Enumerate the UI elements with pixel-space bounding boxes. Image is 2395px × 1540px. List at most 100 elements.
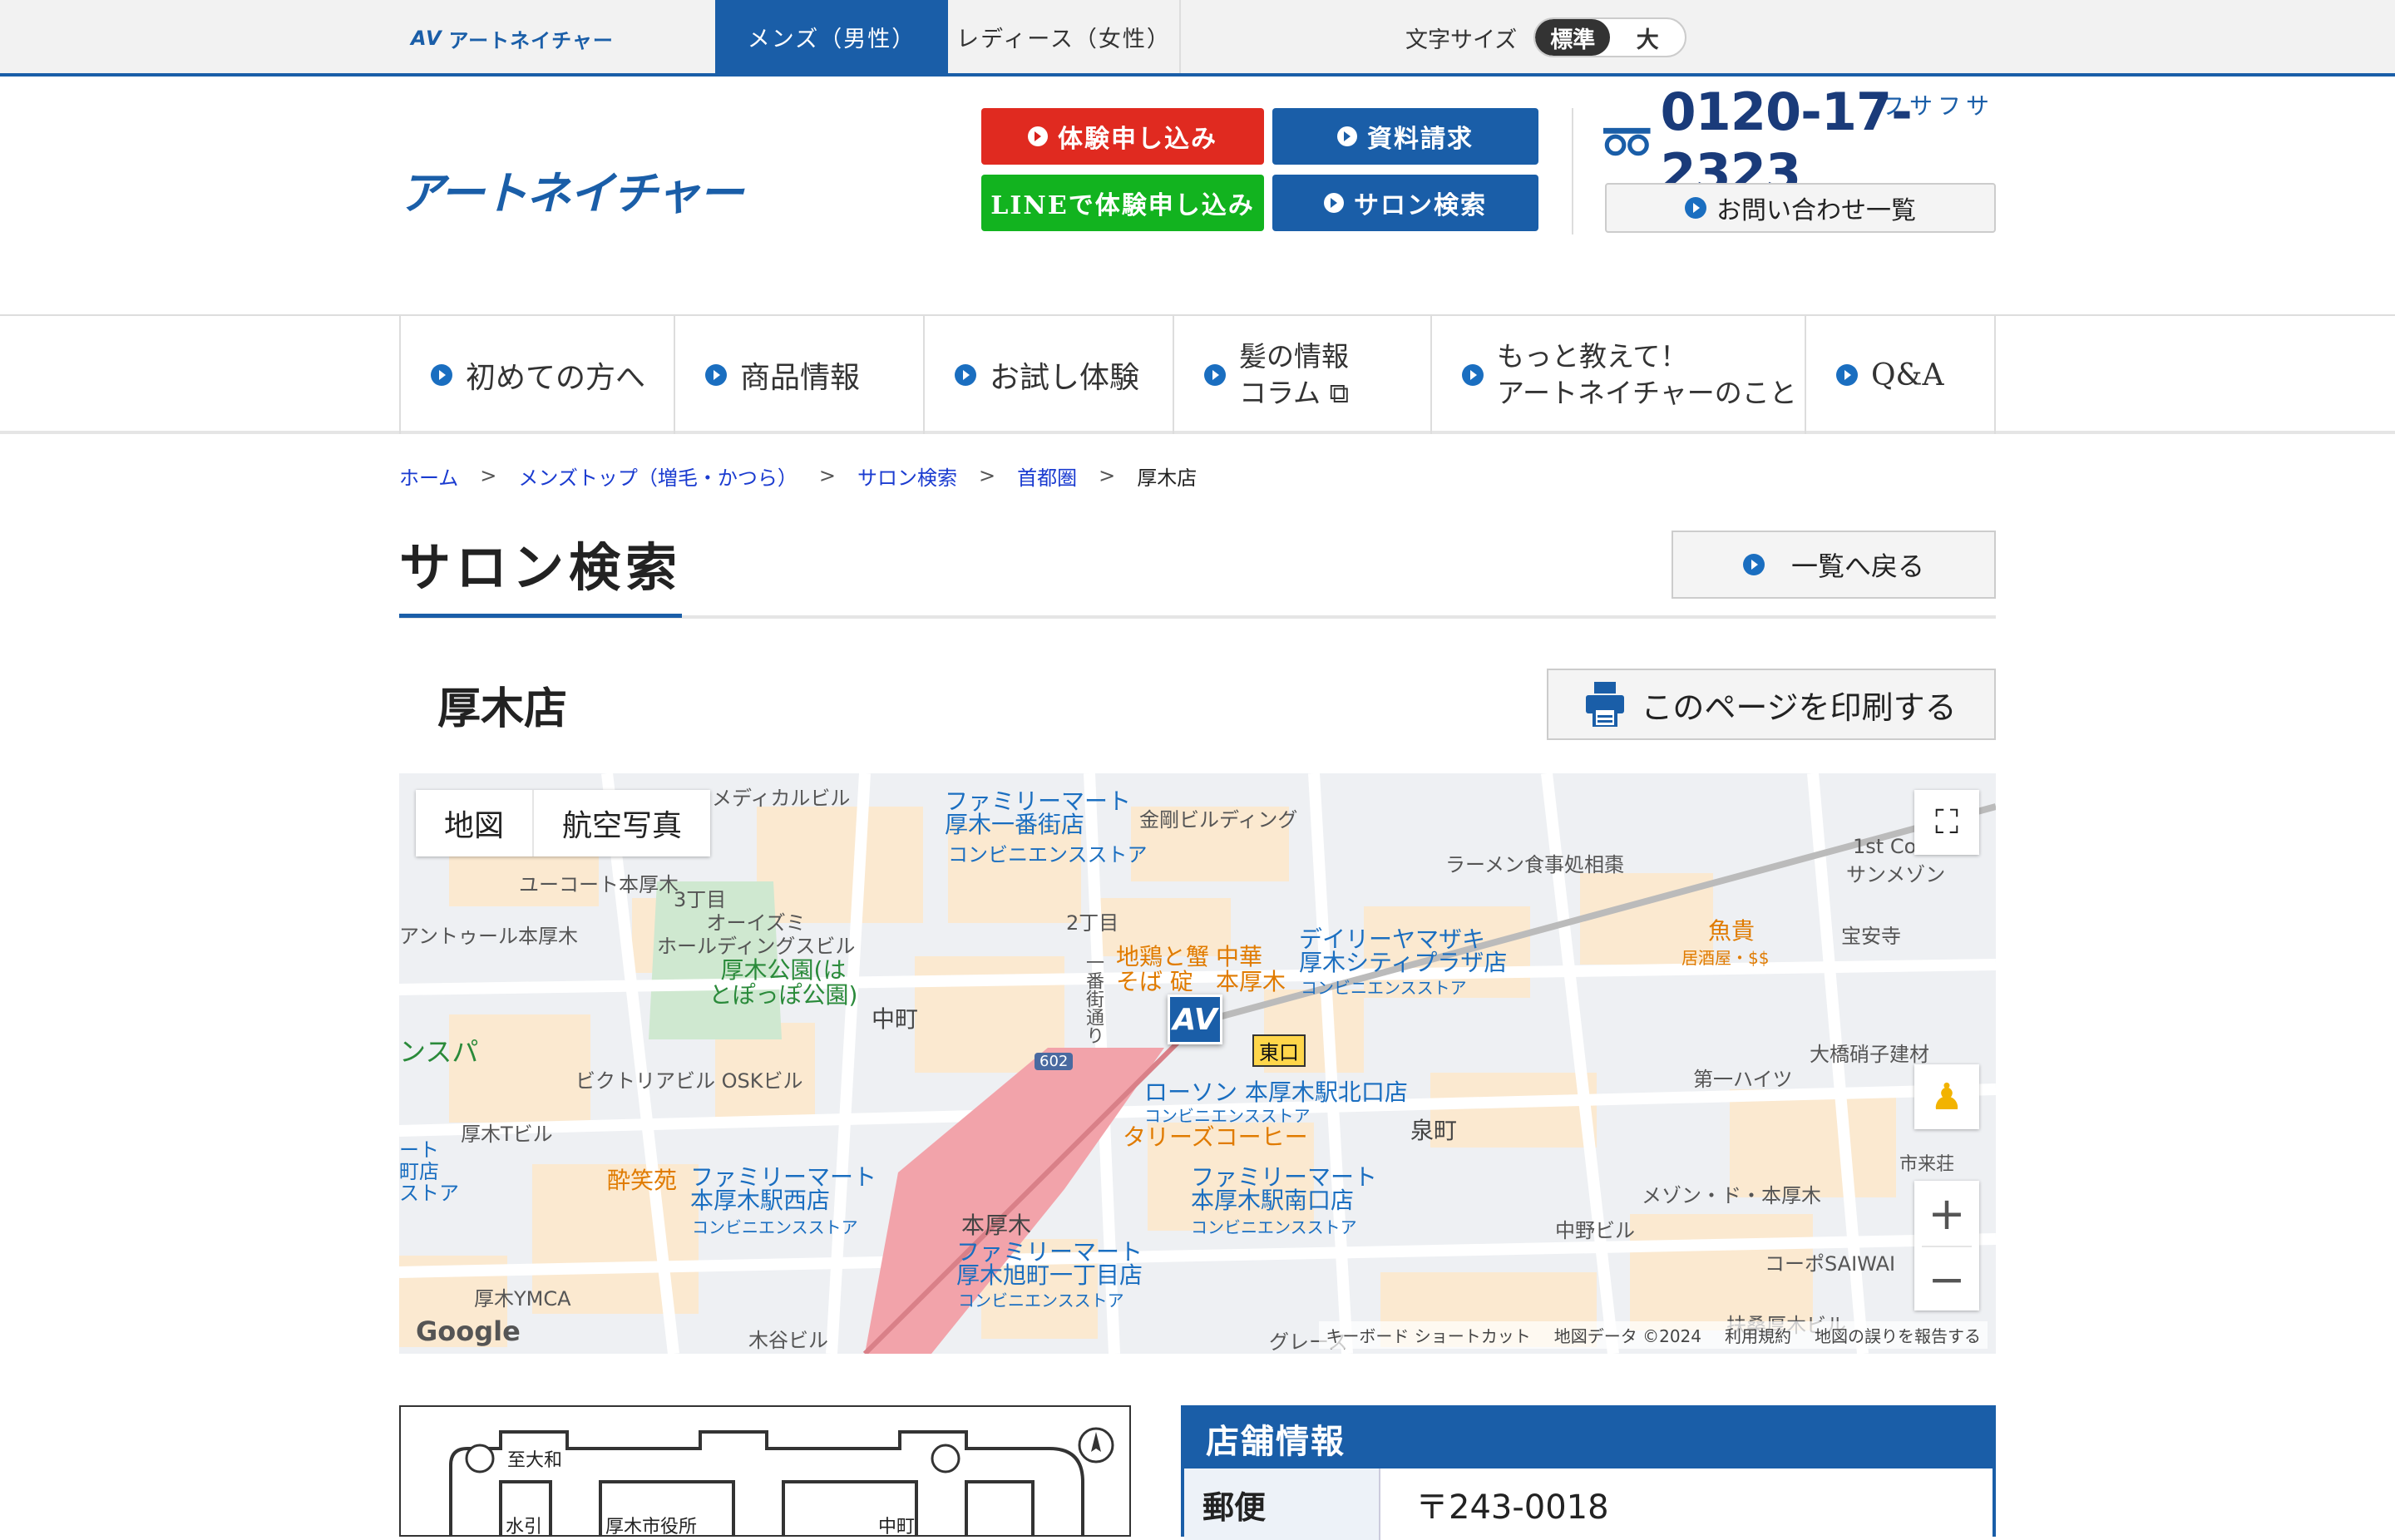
- back-to-list-button[interactable]: 一覧へ戻る: [1672, 531, 1996, 599]
- access-map-label: 水引: [506, 1517, 543, 1537]
- breadcrumb-current: 厚木店: [1137, 466, 1198, 490]
- access-map-label: 中町: [878, 1517, 916, 1537]
- map-station[interactable]: 本厚木: [961, 1207, 1031, 1241]
- map-poi[interactable]: ファミリーマート 厚木旭町一丁目店: [956, 1241, 1143, 1287]
- google-logo: Google: [416, 1315, 521, 1347]
- map-street: 一番街通り: [1083, 953, 1104, 1044]
- map-poi-sub: コンビニエンスストア: [948, 843, 1148, 866]
- zoom-in-icon[interactable]: +: [1928, 1181, 1965, 1246]
- map-poi[interactable]: ファミリーマート 厚木一番街店: [945, 790, 1131, 837]
- map-poi[interactable]: ート 町店 ストア: [399, 1139, 459, 1204]
- nav-qa[interactable]: Q&A: [1805, 316, 1996, 434]
- top-bar: AV アートネイチャー メンズ（男性） レディース（女性） 文字サイズ 標準 大: [0, 0, 2395, 77]
- map-poi[interactable]: 酔笑苑: [607, 1169, 677, 1192]
- map-type-satellite[interactable]: 航空写真: [532, 790, 710, 856]
- external-link-icon: ⧉: [1329, 377, 1350, 409]
- map-label: サンメゾン: [1846, 863, 1946, 886]
- zoom-out-icon[interactable]: −: [1922, 1246, 1972, 1310]
- map-poi[interactable]: ンスパ: [399, 1039, 682, 1065]
- terms-link[interactable]: 利用規約: [1725, 1323, 1791, 1347]
- map-poi-sub: コンビニエンスストア: [958, 1291, 1124, 1310]
- map-poi[interactable]: ファミリーマート 本厚木駅西店: [690, 1166, 877, 1212]
- store-marker-icon[interactable]: AV: [1168, 995, 1222, 1044]
- breadcrumb-salon-search[interactable]: サロン検索: [857, 462, 957, 491]
- arrow-circle-icon: [1324, 193, 1344, 213]
- main-logo[interactable]: アートネイチャー: [399, 156, 743, 222]
- font-size-toggle: 標準 大: [1533, 17, 1687, 57]
- map-area: 中町: [872, 1005, 919, 1033]
- salon-search-button[interactable]: サロン検索: [1272, 175, 1538, 231]
- report-error-link[interactable]: 地図の誤りを報告する: [1815, 1323, 1981, 1347]
- map-label: コーポSAIWAI: [1765, 1252, 1896, 1276]
- map-label: 2丁目: [1066, 911, 1119, 935]
- breadcrumb-home[interactable]: ホーム: [399, 462, 458, 491]
- map-label: ビクトリアビル OSKビル: [575, 1069, 803, 1093]
- map-attribution: キーボード ショートカット 地図データ ©2024 利用規約 地図の誤りを報告す…: [1319, 1321, 1988, 1349]
- nav-about[interactable]: もっと教えて！ アートネイチャーのこと: [1430, 316, 1805, 434]
- trial-button[interactable]: 体験申し込み: [981, 108, 1264, 165]
- map-label: 金剛ビルディング: [1139, 808, 1298, 832]
- arrow-circle-icon: [1462, 364, 1484, 386]
- shop-info-key: 郵便: [1184, 1468, 1380, 1540]
- tab-ladies[interactable]: レディース（女性）: [948, 0, 1181, 73]
- google-map[interactable]: 地図 航空写真 メディカルビル ファミリーマート 厚木一番街店 コンビニエンスス…: [399, 773, 1996, 1354]
- arrow-circle-icon: [431, 364, 452, 386]
- map-label: オーイズミ ホールディングスビル: [657, 911, 856, 958]
- title-underline: [399, 614, 1996, 619]
- docs-button[interactable]: 資料請求: [1272, 108, 1538, 165]
- font-size-large[interactable]: 大: [1610, 19, 1685, 56]
- map-poi-sub: 居酒屋・$$: [1681, 948, 1770, 968]
- map-label: 厚木Tビル: [461, 1123, 553, 1146]
- map-poi-sub: コンビニエンスストア: [1301, 978, 1467, 998]
- contact-list-button[interactable]: お問い合わせ一覧: [1605, 183, 1996, 233]
- map-poi[interactable]: ローソン 本厚木駅北口店: [1144, 1081, 1408, 1104]
- map-label: 厚木YMCA: [474, 1287, 571, 1310]
- map-poi-sub: コンビニエンスストア: [1191, 1217, 1357, 1237]
- map-label: ラーメン食事処相棗: [1445, 853, 1625, 876]
- nav-products[interactable]: 商品情報: [674, 316, 923, 434]
- map-poi[interactable]: デイリーヤマザキ 厚木シティプラザ店: [1299, 928, 1507, 975]
- tab-mens[interactable]: メンズ（男性）: [715, 0, 948, 73]
- nav-trial[interactable]: お試し体験: [923, 316, 1173, 434]
- map-poi[interactable]: 中華 本厚木: [1216, 945, 1286, 995]
- font-size-label: 文字サイズ: [1405, 27, 1518, 53]
- shop-info-title: 店舗情報: [1184, 1409, 1993, 1468]
- breadcrumb-region[interactable]: 首都圏: [1017, 462, 1077, 491]
- map-route: 602: [1035, 1053, 1074, 1070]
- access-map-label: 厚木市役所: [605, 1517, 698, 1537]
- top-logo[interactable]: AV アートネイチャー: [411, 23, 614, 53]
- line-trial-button[interactable]: LINEで体験申し込み: [981, 175, 1264, 231]
- map-park[interactable]: 厚木公園(は とぽっぽ公園): [642, 958, 925, 1008]
- keyboard-shortcuts-link[interactable]: キーボード ショートカット: [1326, 1323, 1530, 1347]
- map-type-map[interactable]: 地図: [416, 790, 532, 856]
- phone-number[interactable]: 0120-17-2323: [1603, 81, 1996, 203]
- free-dial-icon: [1603, 127, 1651, 156]
- shop-info-table: 店舗情報 郵便 〒243-0018: [1181, 1405, 1996, 1540]
- map-label: メディカルビル: [712, 787, 851, 810]
- access-map: 至大和 水引 厚木市役所 中町: [399, 1405, 1131, 1537]
- nav-hair-column[interactable]: 髪の情報 コラム ⧉: [1173, 316, 1430, 434]
- font-size-standard[interactable]: 標準: [1535, 19, 1611, 56]
- arrow-circle-icon: [705, 364, 727, 386]
- map-label: 宝安寺: [1841, 925, 1901, 948]
- fullscreen-icon[interactable]: ⛶: [1914, 790, 1979, 855]
- map-data-credit: 地図データ ©2024: [1553, 1326, 1701, 1346]
- map-label: 市来荘: [1899, 1154, 1955, 1175]
- map-poi[interactable]: 魚貴: [1708, 920, 1755, 943]
- nav-first-time[interactable]: 初めての方へ: [399, 316, 674, 434]
- street-view-pegman-icon[interactable]: ♟: [1914, 1064, 1979, 1129]
- map-label: アントゥール本厚木: [399, 925, 579, 948]
- shop-name: 厚木店: [437, 684, 568, 734]
- print-page-button[interactable]: このページを印刷する: [1547, 669, 1996, 740]
- arrow-circle-icon: [1337, 126, 1357, 146]
- header: アートネイチャー 体験申し込み 資料請求 LINEで体験申し込み サロン検索 フ…: [0, 80, 2395, 316]
- breadcrumb: ホーム > メンズトップ（増毛・かつら） > サロン検索 > 首都圏 > 厚木店: [399, 462, 1198, 491]
- map-poi[interactable]: ファミリーマート 本厚木駅南口店: [1191, 1166, 1377, 1212]
- map-poi[interactable]: 地鶏と蟹 そば 碇: [1116, 945, 1209, 995]
- arrow-circle-icon: [1028, 126, 1048, 146]
- logo-mark-icon: AV: [411, 27, 442, 50]
- map-poi[interactable]: タリーズコーヒー: [1123, 1126, 1308, 1149]
- map-label: メゾン・ド・本厚木: [1642, 1184, 1821, 1207]
- breadcrumb-mens-top[interactable]: メンズトップ（増毛・かつら）: [518, 462, 798, 491]
- map-label: 木谷ビル: [748, 1329, 828, 1352]
